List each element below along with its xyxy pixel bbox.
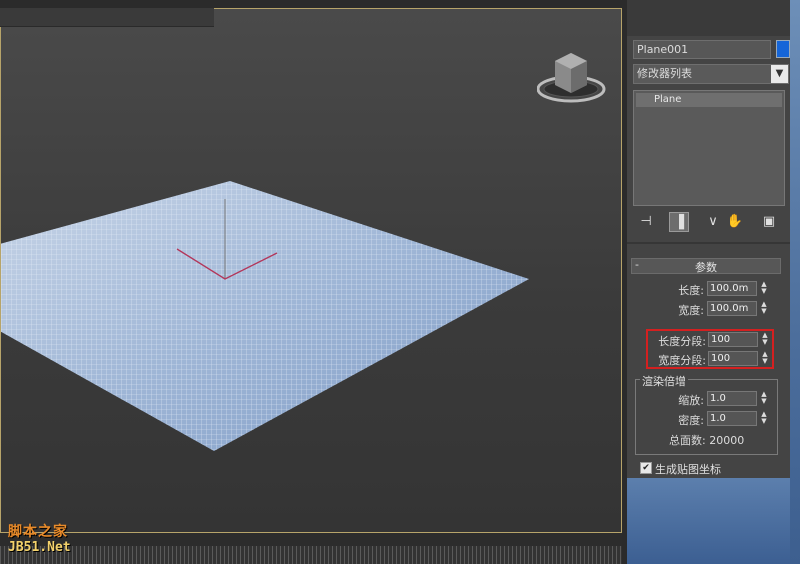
viewcube-icon[interactable] <box>537 49 607 107</box>
scale-spinner[interactable]: ▲ ▼ <box>759 391 769 406</box>
width-spinner[interactable]: ▲ ▼ <box>759 301 769 316</box>
width-field[interactable]: 100.0m <box>707 301 757 316</box>
panel-background <box>627 478 790 564</box>
gen-mapping-coords-label: 生成贴图坐标 <box>655 463 721 476</box>
pin-stack-icon[interactable]: ⊣ <box>636 212 656 232</box>
length-field[interactable]: 100.0m <box>707 281 757 296</box>
panel-tabs-strip <box>627 0 790 36</box>
segments-highlight-box <box>646 329 774 369</box>
object-name-field[interactable]: Plane001 <box>633 40 771 59</box>
stack-item-plane[interactable]: Plane <box>636 93 782 107</box>
show-end-result-icon[interactable]: ▐ <box>669 212 689 232</box>
plane-mesh[interactable] <box>1 9 621 532</box>
scale-label: 缩放: <box>678 394 704 407</box>
window-edge <box>790 0 800 564</box>
timeline-area <box>0 533 622 546</box>
rollout-title: 参数 <box>695 261 717 274</box>
stack-tools-row: ⊣ ▐ ∨ ✋ ▣ <box>633 212 785 234</box>
total-faces-readout: 总面数: 20000 <box>669 434 745 447</box>
perspective-viewport[interactable] <box>0 8 622 533</box>
time-slider-track[interactable] <box>0 546 622 564</box>
modifier-list-dropdown[interactable]: 修改器列表 <box>633 64 789 84</box>
watermark-line1: 脚本之家 <box>8 524 68 540</box>
density-field[interactable]: 1.0 <box>707 411 757 426</box>
viewport-label-bar <box>0 8 214 27</box>
length-label: 长度: <box>678 284 704 297</box>
chevron-down-icon[interactable]: ▼ <box>771 65 788 83</box>
density-label: 密度: <box>678 414 704 427</box>
render-multiplier-label: 渲染倍增 <box>640 373 688 389</box>
configure-modifier-sets-icon[interactable]: ▣ <box>759 212 779 232</box>
modifier-stack[interactable] <box>633 90 785 206</box>
make-unique-icon[interactable]: ∨ <box>703 212 723 232</box>
width-label: 宽度: <box>678 304 704 317</box>
divider <box>627 242 790 244</box>
object-color-swatch[interactable] <box>776 40 790 58</box>
scale-field[interactable]: 1.0 <box>707 391 757 406</box>
density-spinner[interactable]: ▲ ▼ <box>759 411 769 426</box>
gen-mapping-coords-checkbox[interactable]: ✔ <box>640 462 652 474</box>
remove-modifier-icon[interactable]: ✋ <box>725 212 745 232</box>
length-spinner[interactable]: ▲ ▼ <box>759 281 769 296</box>
watermark-line2: JB51.Net <box>8 540 71 555</box>
